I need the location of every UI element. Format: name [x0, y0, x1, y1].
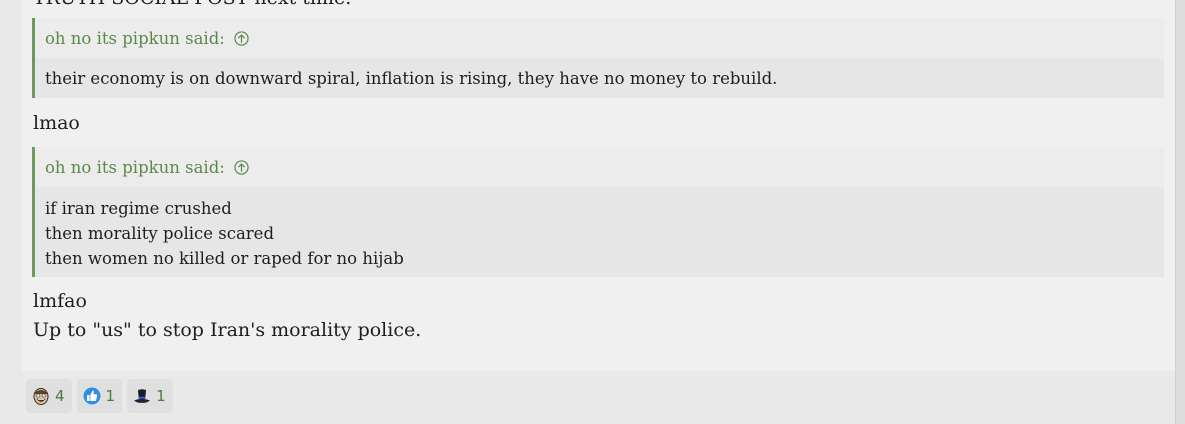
reply-text: Up to "us" to stop Iran's morality polic… [33, 319, 422, 341]
reaction-count: 4 [55, 387, 65, 405]
quote-line: if iran regime crushed [45, 199, 232, 218]
reaction-count: 1 [105, 387, 116, 405]
quote-block: oh no its pipkun said: if iran regime cr… [32, 147, 1164, 277]
reaction-count: 1 [156, 387, 166, 405]
thumbs-up-icon [83, 387, 101, 405]
quote-header[interactable]: oh no its pipkun said: [35, 18, 1164, 58]
quote-line: then morality police scared [45, 224, 275, 243]
reply-text: lmfao [33, 290, 87, 312]
top-hat-icon [134, 389, 151, 403]
scrollbar[interactable] [1175, 0, 1185, 424]
quote-block: oh no its pipkun said: their economy is … [32, 18, 1164, 98]
reply-text: lmao [33, 112, 80, 134]
quote-content: their economy is on downward spiral, inf… [35, 58, 1164, 99]
quote-line: then women no killed or raped for no hij… [45, 249, 404, 268]
laughing-face-icon [33, 388, 49, 405]
quote-author[interactable]: oh no its pipkun said: [45, 158, 225, 177]
quote-author[interactable]: oh no its pipkun said: [45, 29, 225, 48]
jump-to-quote-icon[interactable] [234, 30, 249, 46]
quote-header[interactable]: oh no its pipkun said: [35, 147, 1164, 187]
post-text-cut: TRUTH SOCIAL POST next time. [33, 0, 351, 9]
reaction-tophat[interactable]: 1 [127, 379, 173, 413]
jump-to-quote-icon[interactable] [234, 159, 249, 175]
reaction-bar: 4 1 1 [26, 379, 173, 413]
forum-page: TRUTH SOCIAL POST next time. oh no its p… [0, 0, 1185, 424]
reaction-like[interactable]: 1 [76, 379, 123, 413]
quote-content: if iran regime crushed then morality pol… [35, 187, 1164, 279]
quote-line: their economy is on downward spiral, inf… [45, 69, 778, 88]
post-body: TRUTH SOCIAL POST next time. oh no its p… [22, 0, 1175, 371]
reaction-laughing[interactable]: 4 [26, 379, 72, 413]
